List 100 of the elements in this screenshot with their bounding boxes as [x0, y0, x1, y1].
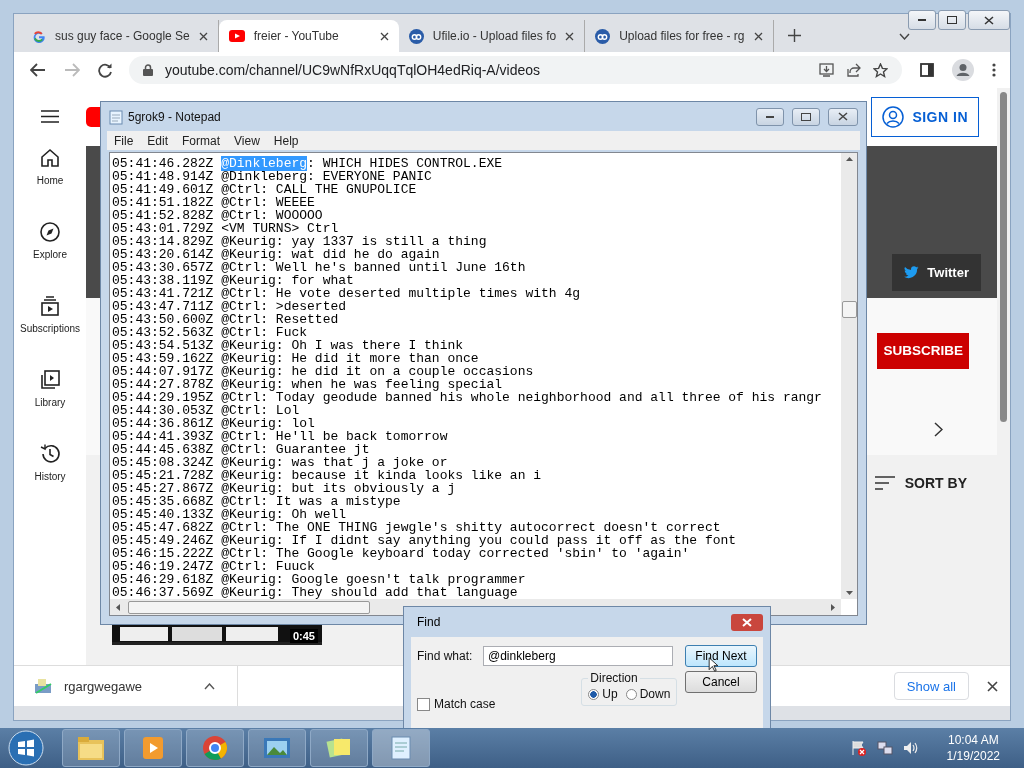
close-icon[interactable] [753, 31, 763, 41]
text-line: 05:45:35.668Z @Ctrl: It was a mistype [112, 494, 401, 509]
text-line: 05:41:48.914Z @Dinkleberg: EVERYONE PANIC [112, 169, 432, 184]
sidebar-item[interactable]: Library [34, 369, 66, 443]
radio-button[interactable]: Down [625, 687, 671, 701]
caret-icon[interactable] [899, 33, 910, 40]
menu-item[interactable]: Help [266, 133, 306, 148]
text-line: 05:43:41.721Z @Ctrl: He vote deserted multiple times with 4g [112, 286, 581, 301]
sort-button[interactable]: SORT BY [874, 475, 967, 491]
taskbar-app[interactable] [372, 729, 430, 767]
cloud-icon [408, 28, 424, 44]
clock-time[interactable]: 10:04 AM [947, 732, 999, 748]
close-icon[interactable] [565, 31, 575, 41]
google-icon [32, 29, 46, 43]
cloud-icon [595, 28, 611, 44]
text-line: 05:45:47.682Z @Ctrl: The ONE THING jewgle's shitty autocorrect doesn't correct [112, 520, 721, 535]
taskbar-app[interactable] [310, 729, 368, 767]
sidebar-item[interactable]: Home [36, 147, 64, 221]
match-case-checkbox[interactable]: Match case [417, 697, 496, 711]
sidebar-item[interactable]: Subscriptions [20, 295, 80, 369]
twitter-link[interactable]: Twitter [892, 254, 981, 291]
reload-icon[interactable] [98, 62, 113, 78]
text-line: 05:41:49.601Z @Ctrl: CALL THE GNUPOLICE [112, 182, 417, 197]
show-all-button[interactable]: Show all [893, 672, 969, 700]
star-icon[interactable] [873, 62, 888, 78]
sidebar-item[interactable]: History [34, 443, 66, 517]
text-line: 05:45:49.246Z @Keurig: If I didnt say anything you could pass it off as the font [112, 533, 737, 548]
download-item[interactable]: rgargwegawe [32, 666, 238, 706]
text-line: 05:44:07.917Z @Keurig: he did it on a couple occasions [112, 364, 534, 379]
menu-item[interactable]: View [227, 133, 267, 148]
compass-icon [39, 221, 61, 243]
sign-in-button[interactable]: SIGN IN [871, 97, 979, 137]
more-icon[interactable] [992, 63, 996, 77]
scrollbar[interactable] [997, 88, 1010, 665]
radio-button[interactable]: Up [588, 687, 618, 701]
add-icon[interactable] [787, 29, 801, 42]
arrow-up-icon[interactable] [845, 157, 853, 161]
close-icon[interactable] [379, 31, 389, 41]
taskbar-app[interactable] [186, 729, 244, 767]
scroll-thumb[interactable] [128, 600, 370, 614]
sidebar-item[interactable]: Explore [33, 221, 67, 295]
close-icon [838, 112, 848, 121]
close-button[interactable] [731, 613, 763, 631]
side-panel-icon[interactable] [920, 63, 934, 77]
arrow-right-icon[interactable] [831, 603, 835, 611]
text-line: 05:46:29.618Z @Keurig: Google goesn't talk programmer [112, 572, 526, 587]
network-icon[interactable] [876, 740, 893, 756]
close-button[interactable] [828, 107, 858, 126]
window-title: 5grok9 - Notepad [128, 109, 221, 124]
arrow-down-icon[interactable] [845, 591, 853, 595]
taskbar-app[interactable] [62, 729, 120, 767]
scroll-thumb[interactable] [1000, 92, 1007, 422]
share-icon[interactable] [846, 63, 861, 77]
find-field[interactable]: @dinkleberg [483, 646, 673, 666]
text-line: 05:43:52.563Z @Ctrl: Fuck [112, 325, 308, 340]
start-button[interactable] [8, 730, 44, 766]
close-icon[interactable] [987, 680, 998, 692]
notepad-icon [109, 108, 123, 125]
play-logo-icon [228, 30, 245, 42]
menu-item[interactable]: File [107, 133, 141, 148]
profile-icon[interactable] [952, 59, 974, 81]
install-icon[interactable] [819, 63, 834, 77]
text-line: 05:45:21.728Z @Keurig: because it kinda looks like an i [112, 468, 542, 483]
text-line: 05:43:59.162Z @Keurig: He did it more than once [112, 351, 479, 366]
menu-icon[interactable] [41, 110, 59, 123]
maximize-button[interactable] [938, 10, 966, 30]
minimize-button[interactable] [756, 107, 784, 126]
text-line: 05:43:30.657Z @Ctrl: Well he's banned until June 16th [112, 260, 526, 275]
installer-icon [34, 678, 52, 694]
address-bar[interactable]: youtube.com/channel/UC9wNfRxUqqTqlOH4edRiq-A/videos [129, 56, 902, 84]
maximize-icon [801, 112, 811, 121]
cancel-button[interactable]: Cancel [685, 671, 757, 693]
subscribe-button[interactable]: SUBSCRIBE [877, 332, 969, 369]
text-line: 05:41:52.828Z @Ctrl: WOOOOO [112, 208, 323, 223]
group-label: Direction [589, 671, 639, 685]
arrow-left-icon[interactable] [116, 603, 120, 611]
scrollbar[interactable] [841, 153, 857, 599]
scroll-thumb[interactable] [841, 301, 857, 318]
browser-tab[interactable]: freier - YouTube [218, 20, 399, 52]
minimize-button[interactable] [908, 10, 936, 30]
taskbar-app[interactable] [248, 729, 306, 767]
find-next-button[interactable]: Find Next [685, 645, 757, 667]
close-icon[interactable] [198, 31, 208, 41]
flag-icon[interactable] [850, 740, 867, 756]
menu-item[interactable]: Format [175, 133, 228, 148]
video-duration: 0:45 [289, 629, 318, 643]
close-button[interactable] [968, 10, 1010, 30]
speaker-icon[interactable] [902, 740, 919, 756]
menu-item[interactable]: Edit [140, 133, 176, 148]
back-icon[interactable] [30, 63, 46, 77]
maximize-button[interactable] [792, 107, 820, 126]
text-line: 05:45:40.133Z @Keurig: Oh well [112, 507, 347, 522]
close-icon [742, 617, 752, 627]
text-line: 05:44:30.053Z @Ctrl: Lol [112, 403, 300, 418]
clock-date[interactable]: 1/19/2022 [946, 748, 1000, 764]
text-line: 05:43:47.711Z @Ctrl: >deserted [112, 299, 347, 314]
caret-up-icon [204, 682, 215, 690]
maximize-icon [947, 16, 957, 24]
chevron-right-icon[interactable] [934, 421, 943, 437]
minimize-icon [918, 19, 926, 21]
